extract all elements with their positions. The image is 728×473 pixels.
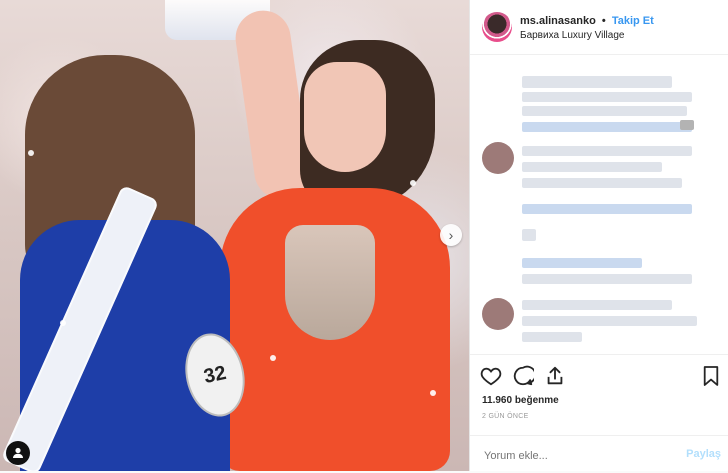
save-button[interactable] [700,365,722,387]
comment-avatar[interactable] [482,142,514,174]
post-media[interactable]: 32 › [0,0,469,471]
blurred-text [680,120,694,130]
post-time: 2 GÜN ÖNCE [482,413,529,420]
comment-avatar[interactable] [482,298,514,330]
blurred-text [522,258,642,268]
tagged-people-button[interactable] [6,441,30,465]
follow-button[interactable]: Takip Et [612,15,654,27]
blurred-text [522,332,582,342]
blurred-text [522,76,672,88]
username-link[interactable]: ms.alinasanko [520,15,596,27]
blurred-text [522,274,692,284]
blurred-text [522,204,692,214]
woman-face [304,62,386,172]
blurred-text [522,122,692,132]
like-button[interactable] [480,365,502,387]
blurred-text [522,146,692,156]
separator-dot: • [601,15,606,27]
post-comment-button[interactable]: Paylaş [686,448,721,460]
sparkle [430,390,436,396]
comment-icon [513,365,534,386]
sparkle [60,320,66,326]
post-side-panel: ms.alinasanko • Takip Et Барвиха Luxury … [469,0,728,471]
comments-list[interactable] [470,54,728,354]
sparkle [28,150,34,156]
next-image-button[interactable]: › [440,224,462,246]
post-header: ms.alinasanko • Takip Et Барвиха Luxury … [470,0,728,55]
instagram-post: 32 › ms.alinasanko • Takip Et Барвиха Lu… [0,0,728,471]
blurred-text [522,316,697,326]
badge-number: 32 [201,361,229,388]
location-link[interactable]: Барвиха Luxury Village [520,30,624,41]
person-icon [13,447,23,458]
username-row: ms.alinasanko • Takip Et [520,15,654,27]
comment-composer: Paylaş [470,435,728,473]
blurred-text [522,300,672,310]
sparkle [410,180,416,186]
post-image: 32 [0,0,469,471]
post-actions: 11.960 beğenme 2 GÜN ÖNCE Paylaş [470,354,728,472]
bookmark-icon [703,366,719,386]
heart-icon [480,367,502,386]
blurred-text [522,229,536,241]
blurred-text [522,92,692,102]
comment-button[interactable] [512,365,534,387]
blurred-text [522,162,662,172]
profile-avatar[interactable] [482,12,512,42]
share-icon [547,366,563,385]
comment-input[interactable] [482,446,666,466]
dress-neckline [285,225,375,340]
share-button[interactable] [544,365,566,387]
chevron-right-icon: › [448,227,454,243]
blurred-text [522,106,687,116]
likes-count[interactable]: 11.960 beğenme [482,395,559,406]
sparkle [270,355,276,361]
blurred-text [522,178,682,188]
